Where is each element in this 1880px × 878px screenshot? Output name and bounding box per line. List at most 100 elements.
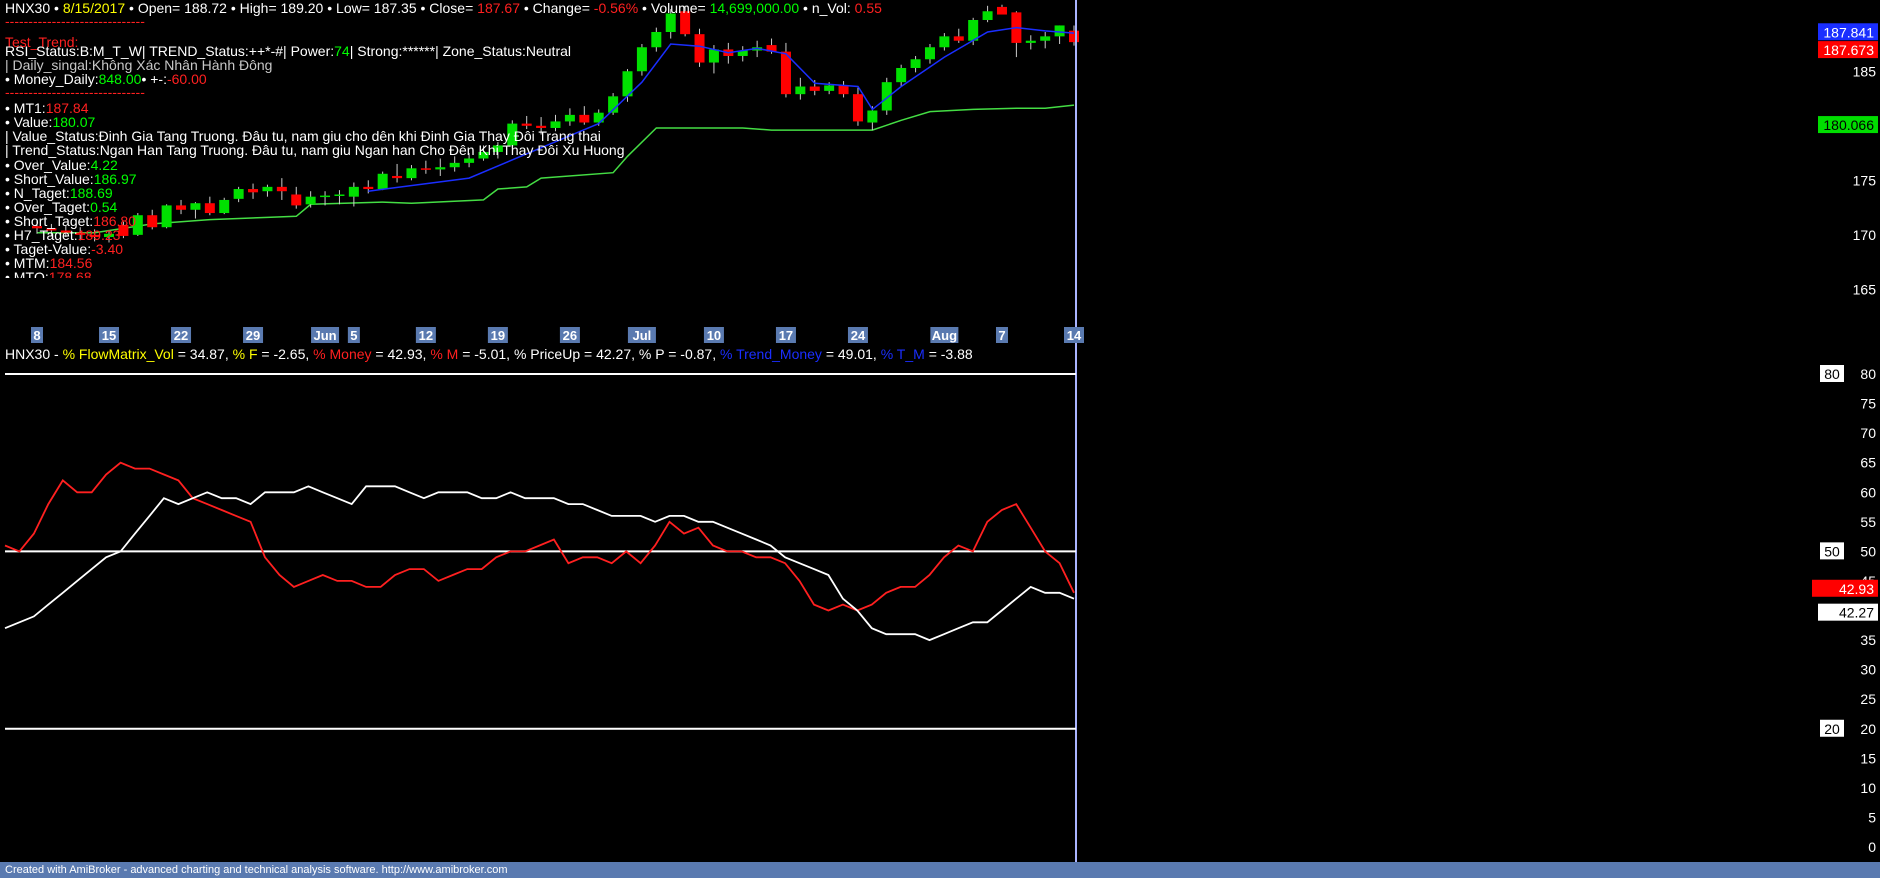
change-label: Change= [532,0,590,16]
open-value: 188.72 [184,0,227,16]
indicator-y-tick: 55 [1860,514,1876,530]
date-label: 10 [703,327,724,343]
candle [780,42,791,98]
candle-body [377,173,388,190]
indicator-y-tick: 50 [1860,543,1876,559]
candle-body [190,203,201,210]
candle [334,190,345,205]
candle [1069,25,1079,46]
candle-body [176,205,187,210]
volume-label: Volume= [650,0,706,16]
indicator-y-tick: 65 [1860,455,1876,471]
flow-value: = 34.87, [177,346,229,362]
date-label-text: 12 [419,328,433,343]
trend-money-label: % Trend_Money [719,346,822,362]
candle-body [982,11,993,20]
candle-body [363,186,374,190]
indicator-y-tick: 80 [1860,366,1876,382]
date-label: 29 [243,327,264,343]
nvol-value: 0.55 [854,0,882,16]
date-label: 5 [347,327,360,343]
indicator-y-tick: 20 [1860,721,1876,737]
priceup-last-marker: 42.27 [1818,603,1878,621]
candle-body [1025,40,1036,43]
candle-body [334,194,345,196]
money-label: % Money [313,346,372,362]
sep: • [638,0,651,16]
candle [881,77,892,115]
candle [291,186,302,209]
date-label-text: 19 [491,328,505,343]
price-marker-text: 187.841 [1823,24,1874,40]
candle [204,196,215,216]
date-label-text: 24 [851,328,866,343]
candle-body [564,114,575,122]
price-marker: 187.841 [1818,23,1878,41]
date-label-text: Jun [313,328,336,343]
candle [1054,25,1065,44]
candle [377,171,388,191]
level-label-text: 20 [1824,721,1840,737]
date-label-text: 26 [563,328,577,343]
price-marker-text: 180.066 [1823,117,1874,133]
money-last-marker: 42.93 [1812,579,1878,597]
date-label-text: Jul [633,328,652,343]
indicator-header: HNX30 - % FlowMatrix_Vol = 34.87, % F = … [5,346,973,363]
priceup-last-text: 42.27 [1839,605,1874,621]
candle-body [924,47,935,60]
candle-body [392,175,403,179]
close-label: Close= [429,0,474,16]
candle-body [795,86,806,95]
candle-body [348,186,359,197]
candle [564,108,575,126]
priceup-label: % PriceUp [513,346,581,362]
tm-label: % T_M [880,346,925,362]
date-label: 22 [171,327,192,343]
sep: • [799,0,812,16]
indicator-y-tick: 75 [1860,396,1876,412]
candle-body [262,186,273,192]
candle-body [464,158,475,163]
date-label: 24 [847,327,868,343]
indicator-y-tick: 70 [1860,425,1876,441]
candle [1011,11,1022,58]
level-label-text: 80 [1824,366,1840,382]
candle-body [291,194,302,206]
change-value: -0.56% [593,0,639,16]
date-label-text: 8 [33,328,40,343]
money-change-label: • +-: [141,71,167,87]
date-label-text: 7 [998,328,1005,343]
candle-body [435,167,446,170]
candle [795,77,806,100]
candle [219,197,230,215]
candle [190,202,201,219]
candle [392,163,403,183]
candle-body [219,199,230,214]
sep: • [226,0,240,16]
candle [406,165,417,181]
price-marker: 187.673 [1818,41,1878,59]
high-value: 189.20 [280,0,324,16]
candle-body [939,36,950,48]
date-label: 26 [559,327,580,343]
sep: • [519,0,533,16]
date-label-text: 10 [707,328,721,343]
indicator-pane [4,373,1076,730]
candle [737,46,748,62]
close-value: 187.67 [477,0,520,16]
candle-body [867,110,878,123]
candle [276,178,287,200]
candle-body [852,94,863,122]
money-change-value: -60.00 [166,71,207,87]
candle-body [305,196,316,205]
date-label: Jun [311,327,340,343]
date-label: 12 [415,327,436,343]
candle-body [147,215,158,228]
mtq-clip: • MTQ:178.68 [0,269,900,278]
candle-body [521,123,532,126]
dashes-line-2: ------------------------------ [5,84,145,100]
date-label-text: 29 [246,328,260,343]
candle [910,55,921,73]
indicator-y-tick: 15 [1860,750,1876,766]
candle [651,27,662,52]
